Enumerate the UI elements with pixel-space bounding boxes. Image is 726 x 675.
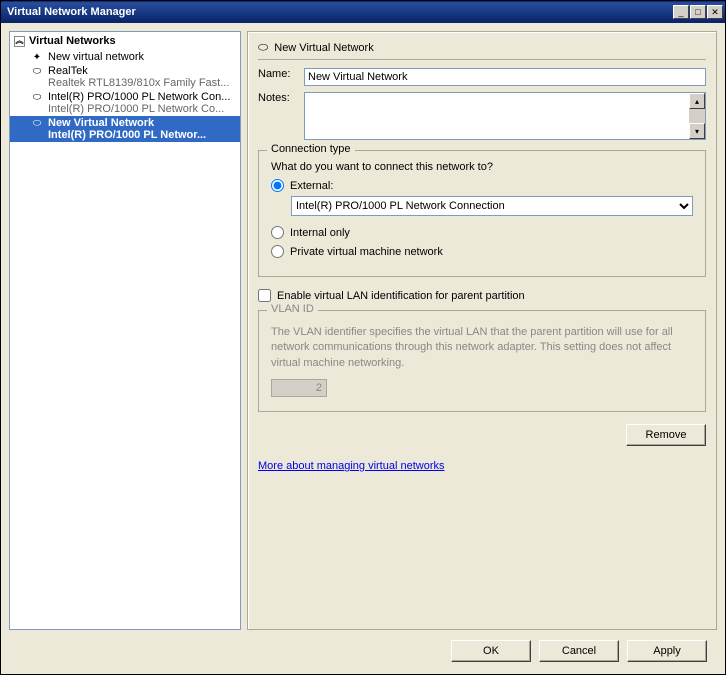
radio-private-row[interactable]: Private virtual machine network — [271, 245, 693, 258]
ok-button[interactable]: OK — [451, 640, 531, 662]
vlan-id-group: VLAN ID The VLAN identifier specifies th… — [258, 310, 706, 412]
content: ︽ Virtual Networks ✦ New virtual network… — [1, 23, 725, 674]
remove-button[interactable]: Remove — [626, 424, 706, 446]
connection-type-group: Connection type What do you want to conn… — [258, 150, 706, 277]
apply-button[interactable]: Apply — [627, 640, 707, 662]
connection-type-legend: Connection type — [267, 143, 355, 155]
dialog-footer: OK Cancel Apply — [9, 636, 717, 666]
tree-item-new-virtual-network[interactable]: ⬭ New Virtual Network Intel(R) PRO/1000 … — [10, 116, 240, 142]
radio-external[interactable] — [271, 179, 284, 192]
scroll-up-icon[interactable]: ▴ — [689, 93, 705, 109]
network-icon: ⬭ — [258, 40, 268, 55]
name-input[interactable] — [304, 68, 706, 86]
radio-internal-row[interactable]: Internal only — [271, 226, 693, 239]
tree-item-label: Intel(R) PRO/1000 PL Network Con... — [48, 91, 230, 103]
titlebar: Virtual Network Manager _ □ ✕ — [1, 1, 725, 23]
radio-external-label: External: — [290, 180, 333, 192]
tree-item-intel[interactable]: ⬭ Intel(R) PRO/1000 PL Network Con... In… — [10, 90, 240, 116]
tree-item-label: New Virtual Network — [48, 117, 154, 129]
notes-row: Notes: ▴ ▾ — [258, 92, 706, 140]
tree-item-realtek[interactable]: ⬭ RealTek Realtek RTL8139/810x Family Fa… — [10, 64, 240, 90]
tree-header-label: Virtual Networks — [29, 35, 116, 47]
notes-field[interactable]: ▴ ▾ — [304, 92, 706, 140]
network-icon: ⬭ — [30, 92, 44, 103]
vlan-help-text: The VLAN identifier specifies the virtua… — [271, 325, 693, 371]
vlan-id-input — [271, 379, 327, 397]
network-add-icon: ✦ — [30, 52, 44, 63]
radio-external-row[interactable]: External: — [271, 179, 693, 192]
tree-item-new-network[interactable]: ✦ New virtual network — [10, 50, 240, 64]
tree-item-sublabel: Intel(R) PRO/1000 PL Networ... — [30, 129, 236, 141]
name-label: Name: — [258, 68, 304, 80]
connection-prompt: What do you want to connect this network… — [271, 161, 693, 173]
vlan-checkbox-label: Enable virtual LAN identification for pa… — [277, 290, 525, 302]
radio-internal-label: Internal only — [290, 227, 350, 239]
vlan-id-legend: VLAN ID — [267, 303, 318, 315]
vlan-checkbox[interactable] — [258, 289, 271, 302]
network-icon: ⬭ — [30, 118, 44, 129]
panel-header: ⬭ New Virtual Network — [258, 38, 706, 60]
close-button[interactable]: ✕ — [707, 5, 723, 19]
tree-header[interactable]: ︽ Virtual Networks — [10, 32, 240, 50]
main-panels: ︽ Virtual Networks ✦ New virtual network… — [9, 31, 717, 630]
maximize-button[interactable]: □ — [690, 5, 706, 19]
tree-item-label: RealTek — [48, 65, 88, 77]
tree-item-sublabel: Intel(R) PRO/1000 PL Network Co... — [30, 103, 236, 115]
network-tree: ︽ Virtual Networks ✦ New virtual network… — [9, 31, 241, 630]
titlebar-controls: _ □ ✕ — [673, 5, 723, 19]
radio-private-label: Private virtual machine network — [290, 246, 443, 258]
cancel-button[interactable]: Cancel — [539, 640, 619, 662]
window-title: Virtual Network Manager — [7, 6, 136, 18]
collapse-icon[interactable]: ︽ — [14, 36, 25, 47]
minimize-button[interactable]: _ — [673, 5, 689, 19]
details-panel: ⬭ New Virtual Network Name: Notes: ▴ ▾ — [247, 31, 717, 630]
adapter-select[interactable]: Intel(R) PRO/1000 PL Network Connection — [291, 196, 693, 216]
radio-internal[interactable] — [271, 226, 284, 239]
tree-item-label: New virtual network — [48, 51, 144, 63]
window: Virtual Network Manager _ □ ✕ ︽ Virtual … — [0, 0, 726, 675]
notes-scrollbar[interactable]: ▴ ▾ — [689, 93, 705, 139]
notes-label: Notes: — [258, 92, 304, 104]
radio-private[interactable] — [271, 245, 284, 258]
more-link[interactable]: More about managing virtual networks — [258, 460, 706, 472]
vlan-checkbox-row[interactable]: Enable virtual LAN identification for pa… — [258, 289, 706, 302]
scroll-down-icon[interactable]: ▾ — [689, 123, 705, 139]
tree-item-sublabel: Realtek RTL8139/810x Family Fast... — [30, 77, 236, 89]
panel-title: New Virtual Network — [274, 42, 373, 54]
name-row: Name: — [258, 68, 706, 86]
network-icon: ⬭ — [30, 66, 44, 77]
